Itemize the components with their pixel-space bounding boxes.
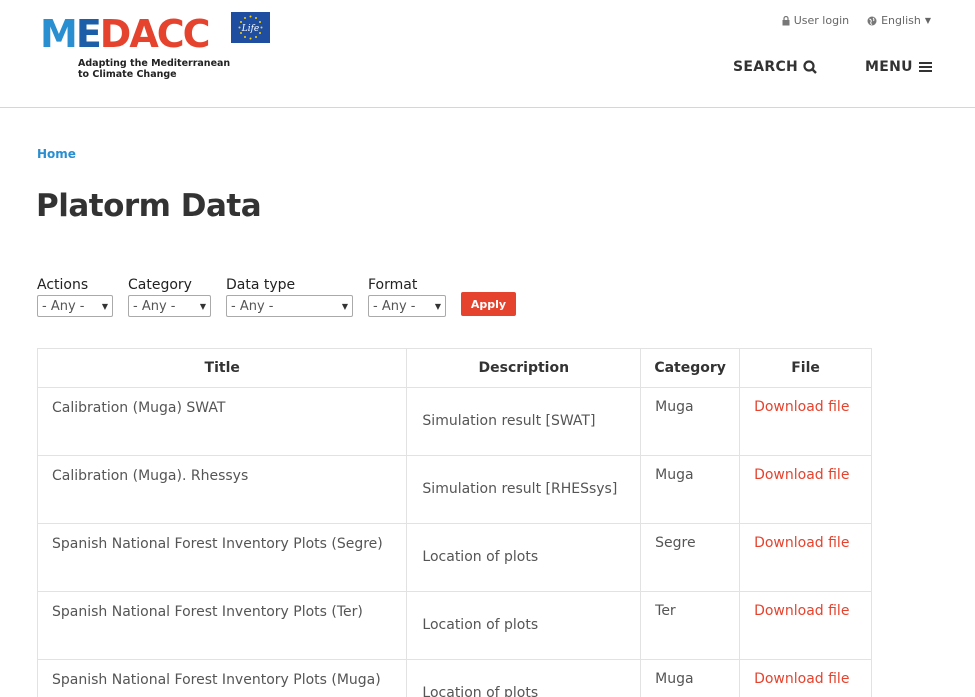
svg-text:Life: Life [241,24,260,34]
table-row: Calibration (Muga) SWAT Simulation resul… [36,387,872,456]
row-category: Muga [640,455,741,524]
language-selector[interactable]: English ▼ [867,14,931,27]
row-category: Muga [640,387,741,456]
breadcrumb: Home [37,147,76,161]
globe-icon [867,16,877,25]
filter-actions-label: Actions [37,277,89,293]
hamburger-icon [918,62,932,72]
row-description: Simulation result [RHESsys] [406,455,642,524]
row-description: Simulation result [SWAT] [406,387,642,456]
site-header: MEDACC Life Adapting the Mediterranean t… [0,0,975,108]
format-select[interactable]: - Any - ▼ [368,295,446,317]
row-title: Calibration (Muga) SWAT [36,387,408,456]
filter-data-type-label: Data type [226,277,296,293]
filter-actions: Actions - Any - ▼ [37,277,113,317]
data-table: Title Description Category File Calibrat… [36,348,872,697]
column-header-description[interactable]: Description [406,348,642,388]
logo-wordmark: MEDACC [40,12,211,56]
top-links: User login English ▼ [782,14,931,27]
download-file-link[interactable]: Download file [739,659,872,697]
table-row: Calibration (Muga). Rhessys Simulation r… [36,455,872,524]
filter-format: Format - Any - ▼ [368,277,446,317]
table-row: Spanish National Forest Inventory Plots … [36,659,872,697]
table-row: Spanish National Forest Inventory Plots … [36,523,872,592]
user-login-link[interactable]: User login [782,14,849,27]
breadcrumb-home-link[interactable]: Home [37,147,76,161]
download-file-link[interactable]: Download file [739,591,872,660]
row-title: Spanish National Forest Inventory Plots … [36,523,408,592]
row-title: Calibration (Muga). Rhessys [36,455,408,524]
lock-icon [782,15,790,25]
table-header-row: Title Description Category File [36,348,872,388]
row-title: Spanish National Forest Inventory Plots … [36,659,408,697]
row-description: Location of plots [406,659,642,697]
logo-tagline: Adapting the Mediterranean to Climate Ch… [78,58,231,80]
column-header-file: File [739,348,872,388]
data-type-select[interactable]: - Any - ▼ [226,295,353,317]
row-category: Muga [640,659,741,697]
category-select[interactable]: - Any - ▼ [128,295,211,317]
filter-data-type: Data type - Any - ▼ [226,277,353,317]
eu-life-logo: Life [231,12,270,43]
download-file-link[interactable]: Download file [739,523,872,592]
dropdown-arrow-icon: ▼ [101,301,108,311]
row-category: Segre [640,523,741,592]
chevron-down-icon: ▼ [924,16,931,25]
download-file-link[interactable]: Download file [739,455,872,524]
actions-select[interactable]: - Any - ▼ [37,295,113,317]
page-title: Platorm Data [36,188,262,224]
dropdown-arrow-icon: ▼ [199,301,206,311]
menu-button[interactable]: MENU [865,59,932,75]
download-file-link[interactable]: Download file [739,387,872,456]
search-icon [803,60,817,74]
table-row: Spanish National Forest Inventory Plots … [36,591,872,660]
row-title: Spanish National Forest Inventory Plots … [36,591,408,660]
medacc-logo[interactable]: MEDACC Life Adapting the Mediterranean t… [40,12,280,82]
column-header-category[interactable]: Category [640,348,741,388]
dropdown-arrow-icon: ▼ [434,301,441,311]
dropdown-arrow-icon: ▼ [341,301,348,311]
row-description: Location of plots [406,591,642,660]
column-header-title[interactable]: Title [36,348,408,388]
filter-format-label: Format [368,277,418,293]
search-button[interactable]: SEARCH [733,59,817,75]
filter-category: Category - Any - ▼ [128,277,211,317]
row-description: Location of plots [406,523,642,592]
apply-button[interactable]: Apply [461,292,516,316]
filter-category-label: Category [128,277,192,293]
row-category: Ter [640,591,741,660]
